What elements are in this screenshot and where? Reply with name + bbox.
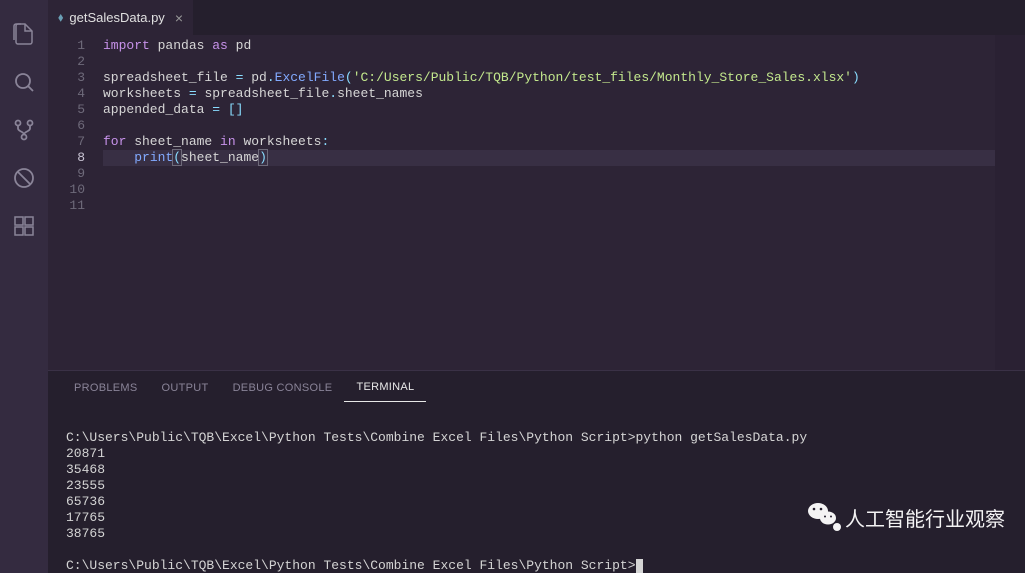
panel-tab-debug-console[interactable]: DEBUG CONSOLE <box>221 374 345 402</box>
line-number: 5 <box>48 102 85 118</box>
line-number: 10 <box>48 182 85 198</box>
line-number: 11 <box>48 198 85 214</box>
explorer-icon[interactable] <box>0 10 48 58</box>
bottom-panel: PROBLEMSOUTPUTDEBUG CONSOLETERMINAL C:\U… <box>48 370 1025 573</box>
editor-tab[interactable]: ⬧ getSalesData.py × <box>48 0 193 35</box>
panel-tab-bar: PROBLEMSOUTPUTDEBUG CONSOLETERMINAL <box>48 371 1025 404</box>
line-number: 6 <box>48 118 85 134</box>
line-number: 8 <box>48 150 85 166</box>
panel-tab-output[interactable]: OUTPUT <box>150 374 221 402</box>
code-line[interactable]: print(sheet_name) <box>103 150 995 166</box>
code-line[interactable]: for sheet_name in worksheets: <box>103 134 995 150</box>
line-number-gutter: 1234567891011 <box>48 35 103 370</box>
line-number: 3 <box>48 70 85 86</box>
line-number: 2 <box>48 54 85 70</box>
code-content[interactable]: import pandas as pd spreadsheet_file = pd… <box>103 35 995 370</box>
panel-tab-problems[interactable]: PROBLEMS <box>62 374 150 402</box>
line-number: 7 <box>48 134 85 150</box>
code-line[interactable]: worksheets = spreadsheet_file.sheet_name… <box>103 86 995 102</box>
extensions-icon[interactable] <box>0 202 48 250</box>
tab-bar: ⬧ getSalesData.py × <box>48 0 1025 35</box>
activity-bar <box>0 0 48 573</box>
python-file-icon: ⬧ <box>58 10 63 25</box>
search-icon[interactable] <box>0 58 48 106</box>
code-line[interactable]: spreadsheet_file = pd.ExcelFile('C:/User… <box>103 70 995 86</box>
line-number: 4 <box>48 86 85 102</box>
code-line[interactable] <box>103 166 995 182</box>
tab-filename: getSalesData.py <box>69 10 164 25</box>
minimap[interactable] <box>995 35 1025 370</box>
code-line[interactable] <box>103 198 995 214</box>
code-line[interactable] <box>103 182 995 198</box>
editor[interactable]: 1234567891011 import pandas as pd spreads… <box>48 35 1025 370</box>
line-number: 1 <box>48 38 85 54</box>
line-number: 9 <box>48 166 85 182</box>
panel-tab-terminal[interactable]: TERMINAL <box>344 373 426 402</box>
terminal-cursor <box>636 559 643 573</box>
main-area: ⬧ getSalesData.py × 1234567891011 import… <box>48 0 1025 573</box>
code-line[interactable]: import pandas as pd <box>103 38 995 54</box>
code-line[interactable]: appended_data = [] <box>103 102 995 118</box>
code-line[interactable] <box>103 118 995 134</box>
terminal-output[interactable]: C:\Users\Public\TQB\Excel\Python Tests\C… <box>48 404 1025 573</box>
terminal-prompt[interactable]: C:\Users\Public\TQB\Excel\Python Tests\C… <box>66 558 1007 573</box>
debug-icon[interactable] <box>0 154 48 202</box>
close-icon[interactable]: × <box>175 10 183 26</box>
code-line[interactable] <box>103 54 995 70</box>
source-control-icon[interactable] <box>0 106 48 154</box>
